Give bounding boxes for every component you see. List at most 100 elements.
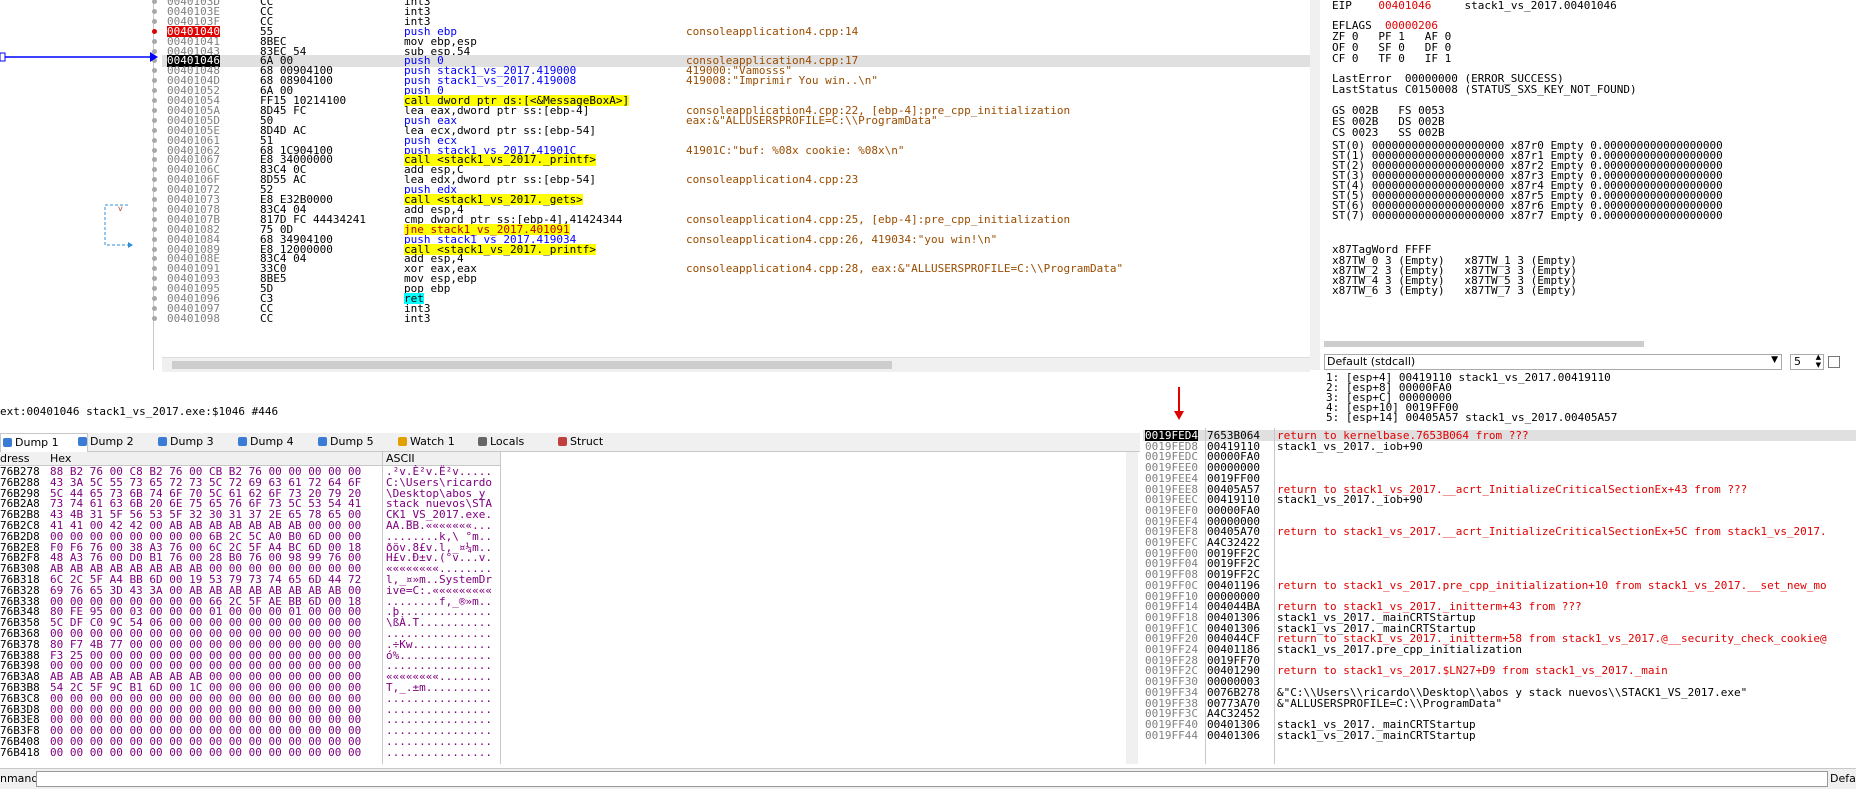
bullet-icon[interactable] (152, 117, 157, 123)
bullet-icon[interactable] (152, 236, 157, 242)
bullet-icon[interactable] (152, 147, 157, 153)
disasm-address: 00401098 (167, 311, 220, 325)
spinner-arrows-icon[interactable]: ▲ ▼ (1816, 353, 1821, 369)
registers-pane[interactable]: EIP 00401046 stack1_vs_2017.00401046 EFL… (1324, 0, 1856, 348)
stack-comment: stack1_vs_2017._iob+90 (1277, 439, 1423, 453)
bullet-icon[interactable] (152, 167, 157, 173)
tab-dump-5[interactable]: Dump 5 (316, 433, 404, 451)
tab-icon (158, 437, 167, 446)
bullet-icon[interactable] (152, 58, 157, 64)
dump-col-address[interactable]: dress (0, 452, 30, 465)
fpu-register[interactable]: ST(7) 00000000000000000000 x87r7 Empty 0… (1332, 210, 1723, 221)
bullet-icon[interactable] (152, 216, 157, 222)
bullet-icon[interactable] (152, 88, 157, 94)
status-line: ext:00401046 stack1_vs_2017.exe:$1046 #4… (0, 406, 1140, 422)
bullet-icon[interactable] (152, 246, 157, 252)
eip-symbol: stack1_vs_2017.00401046 (1464, 0, 1617, 12)
bullet-icon[interactable] (152, 177, 157, 183)
bullet-icon[interactable] (152, 107, 157, 113)
stack-row[interactable]: 0019FF44 00401306 stack1_vs_2017._mainCRTS… (1143, 728, 1856, 742)
tab-dump-2[interactable]: Dump 2 (76, 433, 164, 451)
tab-icon (3, 438, 12, 447)
dump-header: dress Hex ASCII (0, 452, 500, 466)
stack-comment: return to stack1_vs_2017.pre_cpp_initial… (1277, 578, 1827, 592)
eip-line: EIP 00401046 stack1_vs_2017.00401046 (1332, 0, 1617, 11)
flags-row[interactable]: CF 0 TF 0 IF 1 (1332, 53, 1451, 64)
bullet-icon[interactable] (152, 0, 157, 4)
bullet-icon[interactable] (152, 256, 157, 262)
disassembly-hscrollbar[interactable] (162, 357, 1310, 372)
tab-watch-1[interactable]: Watch 1 (396, 433, 484, 451)
bullet-icon[interactable] (152, 305, 157, 311)
bullet-icon[interactable] (152, 206, 157, 212)
tab-label: Struct (570, 435, 604, 448)
stack-comment: return to stack1_vs_2017.__acrt_Initiali… (1277, 525, 1827, 539)
tab-label: Dump 2 (90, 435, 134, 448)
column-divider (500, 452, 501, 764)
bullet-icon[interactable] (152, 157, 157, 163)
tab-icon (558, 437, 567, 446)
tab-dump-1[interactable]: Dump 1 (0, 433, 88, 452)
red-arrow-icon (1174, 387, 1184, 420)
bullet-icon[interactable] (152, 197, 157, 202)
bullet-icon[interactable] (152, 98, 157, 103)
registers-hscrollbar[interactable] (1324, 341, 1644, 347)
gutter-line (153, 0, 154, 370)
memory-dump-pane[interactable]: dress Hex ASCII 76B278 88 B2 76 00 C8 B2 … (0, 452, 1140, 764)
tab-icon (318, 437, 327, 446)
disassembly-vscrollbar[interactable] (1310, 0, 1320, 370)
bullet-icon[interactable] (152, 315, 157, 321)
segment-row[interactable]: CS 0023 SS 002B (1332, 127, 1445, 138)
calling-convention-value: Default (stdcall) (1327, 355, 1416, 368)
arg-count-spinner[interactable]: 5 ▲ ▼ (1790, 353, 1824, 370)
tab-dump-3[interactable]: Dump 3 (156, 433, 244, 451)
calling-convention-select[interactable]: Default (stdcall) ▼ (1324, 354, 1782, 370)
disasm-row[interactable]: 00401098 CC int3 (162, 313, 1310, 324)
dump-col-ascii[interactable]: ASCII (386, 452, 415, 465)
tab-locals[interactable]: Locals (476, 433, 564, 451)
bullet-icon[interactable] (152, 276, 157, 282)
stack-comment: return to stack1_vs_2017.$LN27+D9 from s… (1277, 664, 1668, 678)
tab-icon (398, 437, 407, 446)
tab-label: Watch 1 (410, 435, 455, 448)
bullet-icon[interactable] (152, 266, 157, 272)
bullet-icon[interactable] (152, 226, 157, 232)
stack-comment: stack1_vs_2017._mainCRTStartup (1277, 728, 1476, 742)
dump-col-hex[interactable]: Hex (50, 452, 71, 465)
stack-comment: stack1_vs_2017._iob+90 (1277, 493, 1423, 507)
lock-checkbox[interactable] (1828, 356, 1840, 368)
bullet-icon[interactable] (152, 127, 157, 133)
tab-dump-4[interactable]: Dump 4 (236, 433, 324, 451)
bullet-icon[interactable] (152, 68, 157, 74)
bullet-icon[interactable] (152, 286, 157, 292)
tab-icon (478, 437, 487, 446)
x87-tag[interactable]: x87TW_6 3 (Empty) x87TW_7 3 (Empty) (1332, 285, 1577, 296)
stack-value[interactable]: 00401306 (1207, 729, 1260, 740)
bullet-icon[interactable] (152, 187, 157, 193)
bullet-icon[interactable] (152, 137, 157, 143)
bullet-icon[interactable] (152, 296, 157, 301)
tab-label: Locals (490, 435, 525, 448)
disassembly-pane[interactable]: 0040103D CC int3 0040103E CC int3 0040103F CC in… (0, 0, 1320, 378)
command-default-label[interactable]: Defau (1830, 772, 1856, 785)
bullet-icon[interactable] (152, 48, 157, 54)
bullet-icon[interactable] (152, 8, 157, 14)
command-input[interactable] (36, 771, 1828, 787)
scroll-thumb[interactable] (172, 361, 892, 369)
dump-vscrollbar[interactable] (1126, 452, 1138, 764)
eip-value[interactable]: 00401046 (1378, 0, 1431, 12)
stack-arguments-list[interactable]: 1: [esp+4] 00419110 stack1_vs_2017.00419… (1324, 372, 1856, 428)
laststatus[interactable]: LastStatus C0150008 (STATUS_SXS_KEY_NOT_… (1332, 84, 1637, 95)
disasm-bytes: CC (260, 311, 274, 325)
bullet-icon[interactable] (152, 78, 157, 84)
bullet-icon[interactable] (152, 38, 157, 44)
dump-hex[interactable]: 00 00 00 00 00 00 00 00 00 00 00 00 00 0… (50, 747, 361, 758)
stack-argument[interactable]: 5: [esp+14] 00405A57 stack1_vs_2017.0040… (1326, 412, 1617, 423)
stack-pane[interactable]: 0019FED4 7653B064 return to kernelbase.765… (1143, 428, 1856, 764)
bullet-icon[interactable] (152, 18, 157, 24)
dump-address: 76B418 (0, 745, 40, 759)
tab-struct[interactable]: Struct (556, 433, 644, 451)
breakpoint-icon[interactable] (152, 28, 157, 34)
branch-gutter (0, 0, 162, 378)
dump-ascii[interactable]: ................ (386, 747, 492, 758)
